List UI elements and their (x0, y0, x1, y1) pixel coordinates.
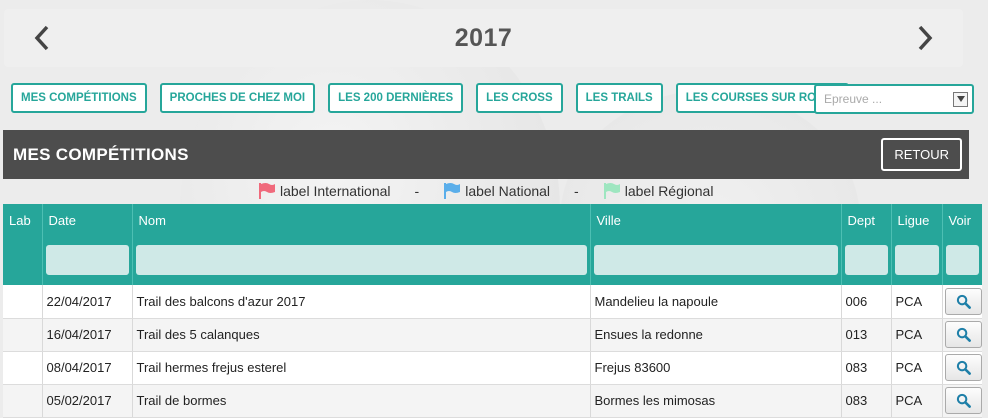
filter-cell-ligue (891, 237, 943, 285)
legend-regional: label Régional (624, 183, 714, 199)
competitions-table: Lab Date Nom Ville Dept Ligue Voir 22/04… (3, 204, 982, 418)
column-header-dept[interactable]: Dept (841, 204, 892, 237)
year-navigator: 2017 (4, 9, 963, 67)
cell-lab (3, 285, 43, 319)
ville-filter-input[interactable] (593, 245, 838, 275)
filter-bar: MES COMPÉTITIONS PROCHES DE CHEZ MOI LES… (11, 83, 850, 113)
cell-date: 05/02/2017 (42, 384, 133, 418)
cell-date: 22/04/2017 (42, 285, 133, 319)
legend-separator: - (574, 183, 579, 199)
filter-cross-button[interactable]: LES CROSS (476, 83, 563, 113)
column-header-nom[interactable]: Nom (132, 204, 591, 237)
column-header-lab[interactable]: Lab (3, 204, 43, 237)
cell-voir (942, 318, 982, 352)
legend-international: label International (280, 183, 391, 199)
cell-voir (942, 384, 982, 418)
cell-ligue: PCA (891, 384, 943, 418)
search-icon (956, 294, 971, 309)
filter-mes-competitions-button[interactable]: MES COMPÉTITIONS (11, 83, 147, 113)
cell-ville: Bormes les mimosas (590, 384, 842, 418)
flag-international-icon (259, 183, 275, 199)
year-title: 2017 (454, 23, 513, 52)
cell-voir (942, 351, 982, 385)
chevron-left-icon (34, 25, 49, 51)
cell-voir (942, 285, 982, 319)
next-year-button[interactable] (911, 24, 939, 52)
flag-regional-icon (603, 183, 620, 199)
column-header-voir: Voir (942, 204, 982, 237)
legend-national: label National (465, 183, 551, 199)
cell-nom: Trail des balcons d'azur 2017 (132, 285, 591, 319)
flag-national-icon (444, 183, 461, 199)
filter-cell-dept (841, 237, 892, 285)
cell-nom: Trail des 5 calanques (132, 318, 591, 352)
cell-lab (3, 318, 43, 352)
search-icon (956, 327, 971, 342)
prev-year-button[interactable] (28, 24, 56, 52)
cell-lab (3, 384, 43, 418)
cell-dept: 083 (841, 384, 892, 418)
table-row: 05/02/2017 Trail de bormes Bormes les mi… (3, 384, 982, 418)
cell-ligue: PCA (891, 351, 943, 385)
cell-ville: Ensues la redonne (590, 318, 842, 352)
cell-ville: Mandelieu la napoule (590, 285, 842, 319)
cell-nom: Trail de bormes (132, 384, 591, 418)
search-icon (956, 393, 971, 408)
column-header-ligue[interactable]: Ligue (891, 204, 943, 237)
legend-separator: - (414, 183, 420, 199)
column-header-date[interactable]: Date (42, 204, 133, 237)
chevron-right-icon (918, 25, 933, 51)
cell-date: 16/04/2017 (42, 318, 133, 352)
view-button[interactable] (944, 354, 982, 381)
cell-lab (3, 351, 43, 385)
cell-ligue: PCA (891, 318, 943, 352)
section-title: MES COMPÉTITIONS (13, 144, 189, 164)
section-header: MES COMPÉTITIONS RETOUR (3, 130, 969, 179)
filter-cell-voir (942, 237, 982, 285)
cell-ligue: PCA (891, 285, 943, 319)
date-filter-input[interactable] (45, 245, 129, 275)
table-row: 16/04/2017 Trail des 5 calanques Ensues … (3, 318, 982, 352)
label-legend: label International - label National - l… (258, 182, 713, 200)
view-button[interactable] (944, 321, 982, 348)
column-header-ville[interactable]: Ville (590, 204, 842, 237)
table-row: 22/04/2017 Trail des balcons d'azur 2017… (3, 285, 982, 319)
cell-dept: 083 (841, 351, 892, 385)
view-button[interactable] (944, 387, 982, 414)
nom-filter-input[interactable] (135, 245, 587, 275)
filter-trails-button[interactable]: LES TRAILS (575, 83, 663, 113)
cell-nom: Trail hermes frejus esterel (132, 351, 591, 385)
epreuve-placeholder: Epreuve ... (824, 92, 883, 106)
dept-filter-input[interactable] (844, 245, 888, 275)
cell-dept: 013 (841, 318, 892, 352)
table-row: 08/04/2017 Trail hermes frejus esterel F… (3, 351, 982, 385)
cell-date: 08/04/2017 (42, 351, 133, 385)
filter-cell-date (42, 237, 133, 285)
cell-ville: Frejus 83600 (590, 351, 842, 385)
view-button[interactable] (944, 287, 982, 315)
ligue-filter-input[interactable] (894, 245, 939, 275)
voir-filter-input[interactable] (945, 245, 979, 275)
dropdown-arrow-icon (953, 91, 968, 107)
cell-dept: 006 (841, 285, 892, 319)
filter-cell-ville (590, 237, 842, 285)
filter-200-dernieres-button[interactable]: LES 200 DERNIÈRES (328, 83, 464, 113)
filter-cell-nom (132, 237, 591, 285)
filter-cell-lab (3, 237, 43, 285)
search-icon (956, 360, 971, 375)
filter-proches-button[interactable]: PROCHES DE CHEZ MOI (159, 83, 316, 113)
epreuve-select[interactable]: Epreuve ... (814, 84, 974, 114)
retour-button[interactable]: RETOUR (881, 138, 962, 171)
